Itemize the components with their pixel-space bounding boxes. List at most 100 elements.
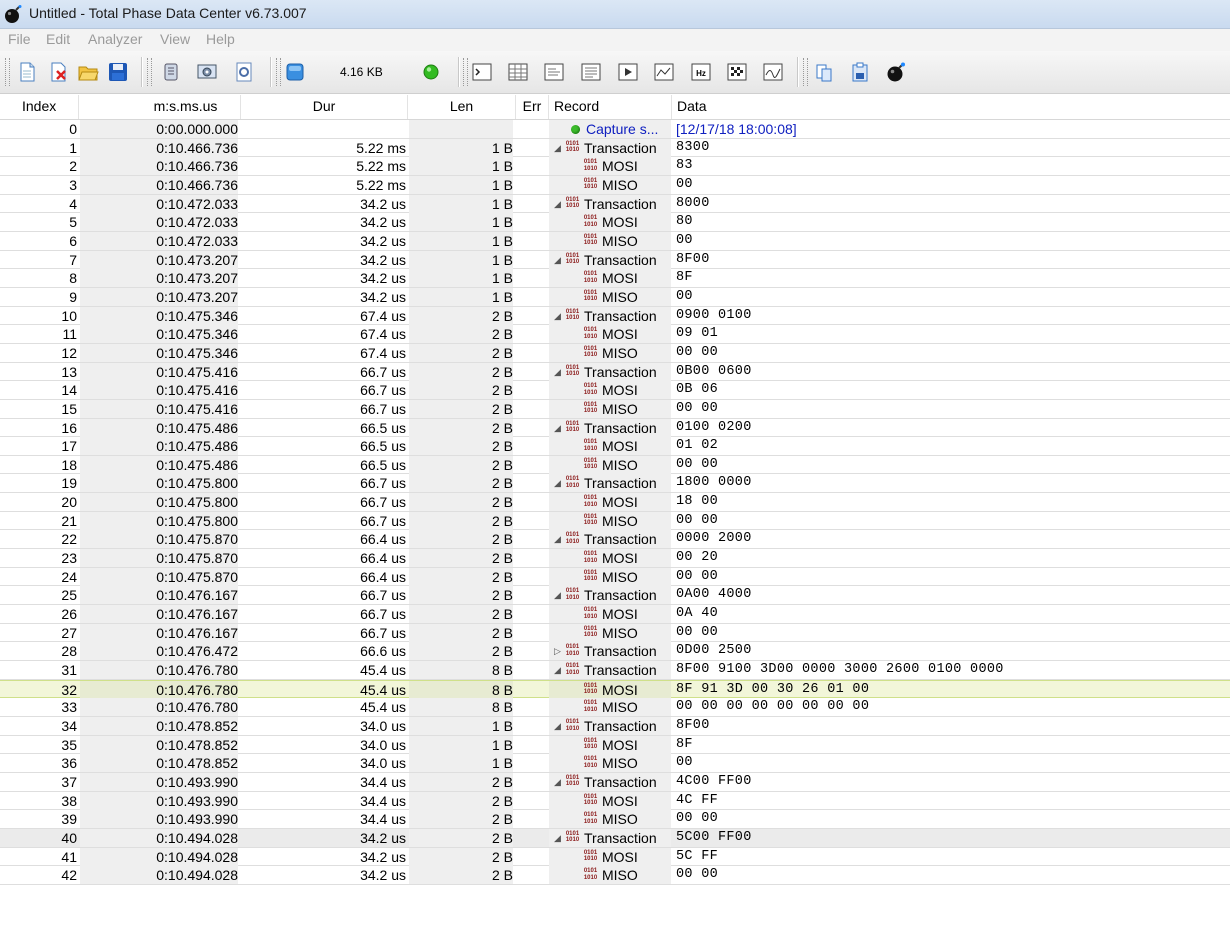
table-row[interactable]: 20 0:10.475.800 66.7 us 2 B 0101 1010 MOSI 18 0…: [0, 493, 1230, 512]
table-row[interactable]: 12 0:10.475.346 67.4 us 2 B 0101 1010 MISO 00 0…: [0, 343, 1230, 363]
column-dur[interactable]: Dur: [241, 95, 408, 119]
table-row[interactable]: 4 0:10.472.033 34.2 us 1 B ◢ 0101 1010 Transact…: [0, 194, 1230, 214]
table-row[interactable]: 34 0:10.478.852 34.0 us 1 B ◢ 0101 1010 Transac…: [0, 717, 1230, 736]
playback-icon[interactable]: [617, 61, 639, 83]
pattern-icon[interactable]: [726, 61, 748, 83]
table-row[interactable]: 35 0:10.478.852 34.0 us 1 B 0101 1010 MOSI 8F: [0, 735, 1230, 755]
packet-view-icon[interactable]: [653, 61, 675, 83]
device-settings-icon[interactable]: [196, 61, 218, 83]
binary-icon: 0101 1010: [583, 812, 598, 825]
len-cell: 2 B: [409, 810, 513, 829]
table-row[interactable]: 33 0:10.476.780 45.4 us 8 B 0101 1010 MISO 00 0…: [0, 698, 1230, 717]
menu-help[interactable]: Help: [206, 31, 235, 47]
table-row[interactable]: 13 0:10.475.416 66.7 us 2 B ◢ 0101 1010 Transac…: [0, 362, 1230, 382]
table-row[interactable]: 11 0:10.475.346 67.4 us 2 B 0101 1010 MOSI 09 0…: [0, 325, 1230, 344]
close-file-icon[interactable]: [48, 61, 70, 83]
table-row[interactable]: 38 0:10.493.990 34.4 us 2 B 0101 1010 MOSI 4C F…: [0, 791, 1230, 811]
table-row[interactable]: 24 0:10.475.870 66.4 us 2 B 0101 1010 MISO 00 0…: [0, 567, 1230, 587]
table-row[interactable]: 14 0:10.475.416 66.7 us 2 B 0101 1010 MOSI 0B 0…: [0, 381, 1230, 400]
collapse-icon[interactable]: ◢: [554, 419, 564, 437]
collapse-icon[interactable]: ◢: [554, 586, 564, 604]
collapse-icon[interactable]: ◢: [554, 773, 564, 791]
collapse-icon[interactable]: ◢: [554, 474, 564, 492]
collapse-icon[interactable]: ◢: [554, 661, 564, 679]
config-icon[interactable]: [233, 61, 255, 83]
info-pane-icon[interactable]: [543, 61, 565, 83]
frequency-icon[interactable]: Hz: [690, 61, 712, 83]
table-row[interactable]: 6 0:10.472.033 34.2 us 1 B 0101 1010 MISO 00: [0, 231, 1230, 251]
toolbar-grip-2[interactable]: [147, 58, 152, 86]
table-row[interactable]: 0 0:00.000.000 Capture s... [12/17/18 18:00…: [0, 120, 1230, 139]
table-row[interactable]: 37 0:10.493.990 34.4 us 2 B ◢ 0101 1010 Transac…: [0, 772, 1230, 792]
err-cell: [516, 642, 548, 660]
adapter-icon[interactable]: [160, 61, 182, 83]
table-row[interactable]: 27 0:10.476.167 66.7 us 2 B 0101 1010 MISO 00 0…: [0, 623, 1230, 643]
collapse-icon[interactable]: ◢: [554, 530, 564, 548]
toolbar-grip-4[interactable]: [463, 58, 468, 86]
new-file-icon[interactable]: [16, 61, 38, 83]
toolbar-grip-5[interactable]: [803, 58, 808, 86]
table-row[interactable]: 3 0:10.466.736 5.22 ms 1 B 0101 1010 MISO 00: [0, 175, 1230, 195]
table-row[interactable]: 36 0:10.478.852 34.0 us 1 B 0101 1010 MISO 00: [0, 754, 1230, 773]
open-folder-icon[interactable]: [77, 61, 99, 83]
table-row[interactable]: 18 0:10.475.486 66.5 us 2 B 0101 1010 MISO 00 0…: [0, 455, 1230, 475]
table-row[interactable]: 22 0:10.475.870 66.4 us 2 B ◢ 0101 1010 Transac…: [0, 530, 1230, 550]
column-err[interactable]: Err: [516, 95, 549, 119]
table-row[interactable]: 25 0:10.476.167 66.7 us 2 B ◢ 0101 1010 Transac…: [0, 586, 1230, 606]
menu-view[interactable]: View: [160, 31, 190, 47]
menu-file[interactable]: File: [8, 31, 31, 47]
column-time[interactable]: m:s.ms.us: [79, 95, 241, 119]
data-grid[interactable]: 0 0:00.000.000 Capture s... [12/17/18 18:00…: [0, 120, 1230, 885]
table-row[interactable]: 1 0:10.466.736 5.22 ms 1 B ◢ 0101 1010 Transact…: [0, 138, 1230, 158]
toolbar-grip-3[interactable]: [276, 58, 281, 86]
table-row[interactable]: 9 0:10.473.207 34.2 us 1 B 0101 1010 MISO 00: [0, 287, 1230, 307]
column-record[interactable]: Record: [549, 95, 672, 119]
table-row[interactable]: 8 0:10.473.207 34.2 us 1 B 0101 1010 MOSI 8F: [0, 269, 1230, 288]
table-row[interactable]: 16 0:10.475.486 66.5 us 2 B ◢ 0101 1010 Transac…: [0, 418, 1230, 438]
toolbar-grip[interactable]: [5, 58, 10, 86]
save-icon[interactable]: [107, 61, 129, 83]
menu-analyzer[interactable]: Analyzer: [88, 31, 142, 47]
table-row[interactable]: 15 0:10.475.416 66.7 us 2 B 0101 1010 MISO 00 0…: [0, 399, 1230, 419]
table-row[interactable]: 39 0:10.493.990 34.4 us 2 B 0101 1010 MISO 00 0…: [0, 810, 1230, 829]
table-row[interactable]: 23 0:10.475.870 66.4 us 2 B 0101 1010 MOSI 00 2…: [0, 549, 1230, 568]
bomb-icon[interactable]: [885, 61, 907, 83]
menu-edit[interactable]: Edit: [46, 31, 70, 47]
collapse-icon[interactable]: ◢: [554, 829, 564, 847]
table-row[interactable]: 41 0:10.494.028 34.2 us 2 B 0101 1010 MOSI 5C F…: [0, 847, 1230, 867]
clipboard-icon[interactable]: [849, 61, 871, 83]
table-row[interactable]: 40 0:10.494.028 34.2 us 2 B ◢ 0101 1010 Transac…: [0, 828, 1230, 848]
table-view-icon[interactable]: [507, 61, 529, 83]
time-cell: 0:10.472.033: [80, 213, 238, 232]
table-row[interactable]: 31 0:10.476.780 45.4 us 8 B ◢ 0101 1010 Transac…: [0, 661, 1230, 680]
table-row[interactable]: 28 0:10.476.472 66.6 us 2 B ▷ 0101 1010 Transac…: [0, 642, 1230, 662]
data-pane-icon[interactable]: [580, 61, 602, 83]
collapse-icon[interactable]: ◢: [554, 363, 564, 381]
table-row[interactable]: 42 0:10.494.028 34.2 us 2 B 0101 1010 MISO 00 0…: [0, 866, 1230, 885]
table-row[interactable]: 2 0:10.466.736 5.22 ms 1 B 0101 1010 MOSI 83: [0, 157, 1230, 176]
collapse-icon[interactable]: ◢: [554, 195, 564, 213]
terminal-icon[interactable]: [471, 61, 493, 83]
table-row[interactable]: 21 0:10.475.800 66.7 us 2 B 0101 1010 MISO 00 0…: [0, 511, 1230, 531]
capture-stop-icon[interactable]: [284, 61, 306, 83]
column-index[interactable]: Index: [0, 95, 79, 119]
table-row[interactable]: 19 0:10.475.800 66.7 us 2 B ◢ 0101 1010 Transac…: [0, 474, 1230, 494]
column-len[interactable]: Len: [408, 95, 516, 119]
table-row[interactable]: 32 0:10.476.780 45.4 us 8 B 0101 1010 MOSI 8F 9…: [0, 679, 1230, 699]
table-row[interactable]: 5 0:10.472.033 34.2 us 1 B 0101 1010 MOSI 80: [0, 213, 1230, 232]
copy-icon[interactable]: [813, 61, 835, 83]
table-row[interactable]: 26 0:10.476.167 66.7 us 2 B 0101 1010 MOSI 0A 4…: [0, 605, 1230, 624]
collapse-icon[interactable]: ◢: [554, 717, 564, 735]
table-row[interactable]: 10 0:10.475.346 67.4 us 2 B ◢ 0101 1010 Transac…: [0, 306, 1230, 326]
collapse-icon[interactable]: ◢: [554, 139, 564, 157]
column-data[interactable]: Data: [672, 95, 1230, 119]
collapse-icon[interactable]: ◢: [554, 251, 564, 269]
data-cell: 18 00: [676, 494, 719, 510]
table-row[interactable]: 17 0:10.475.486 66.5 us 2 B 0101 1010 MOSI 01 0…: [0, 437, 1230, 456]
expand-icon[interactable]: ▷: [554, 642, 564, 660]
graph-icon[interactable]: [762, 61, 784, 83]
binary-icon: 0101 1010: [583, 737, 598, 751]
record-cell: ◢ 0101 1010 Transaction: [549, 474, 671, 493]
table-row[interactable]: 7 0:10.473.207 34.2 us 1 B ◢ 0101 1010 Transact…: [0, 250, 1230, 270]
collapse-icon[interactable]: ◢: [554, 307, 564, 325]
